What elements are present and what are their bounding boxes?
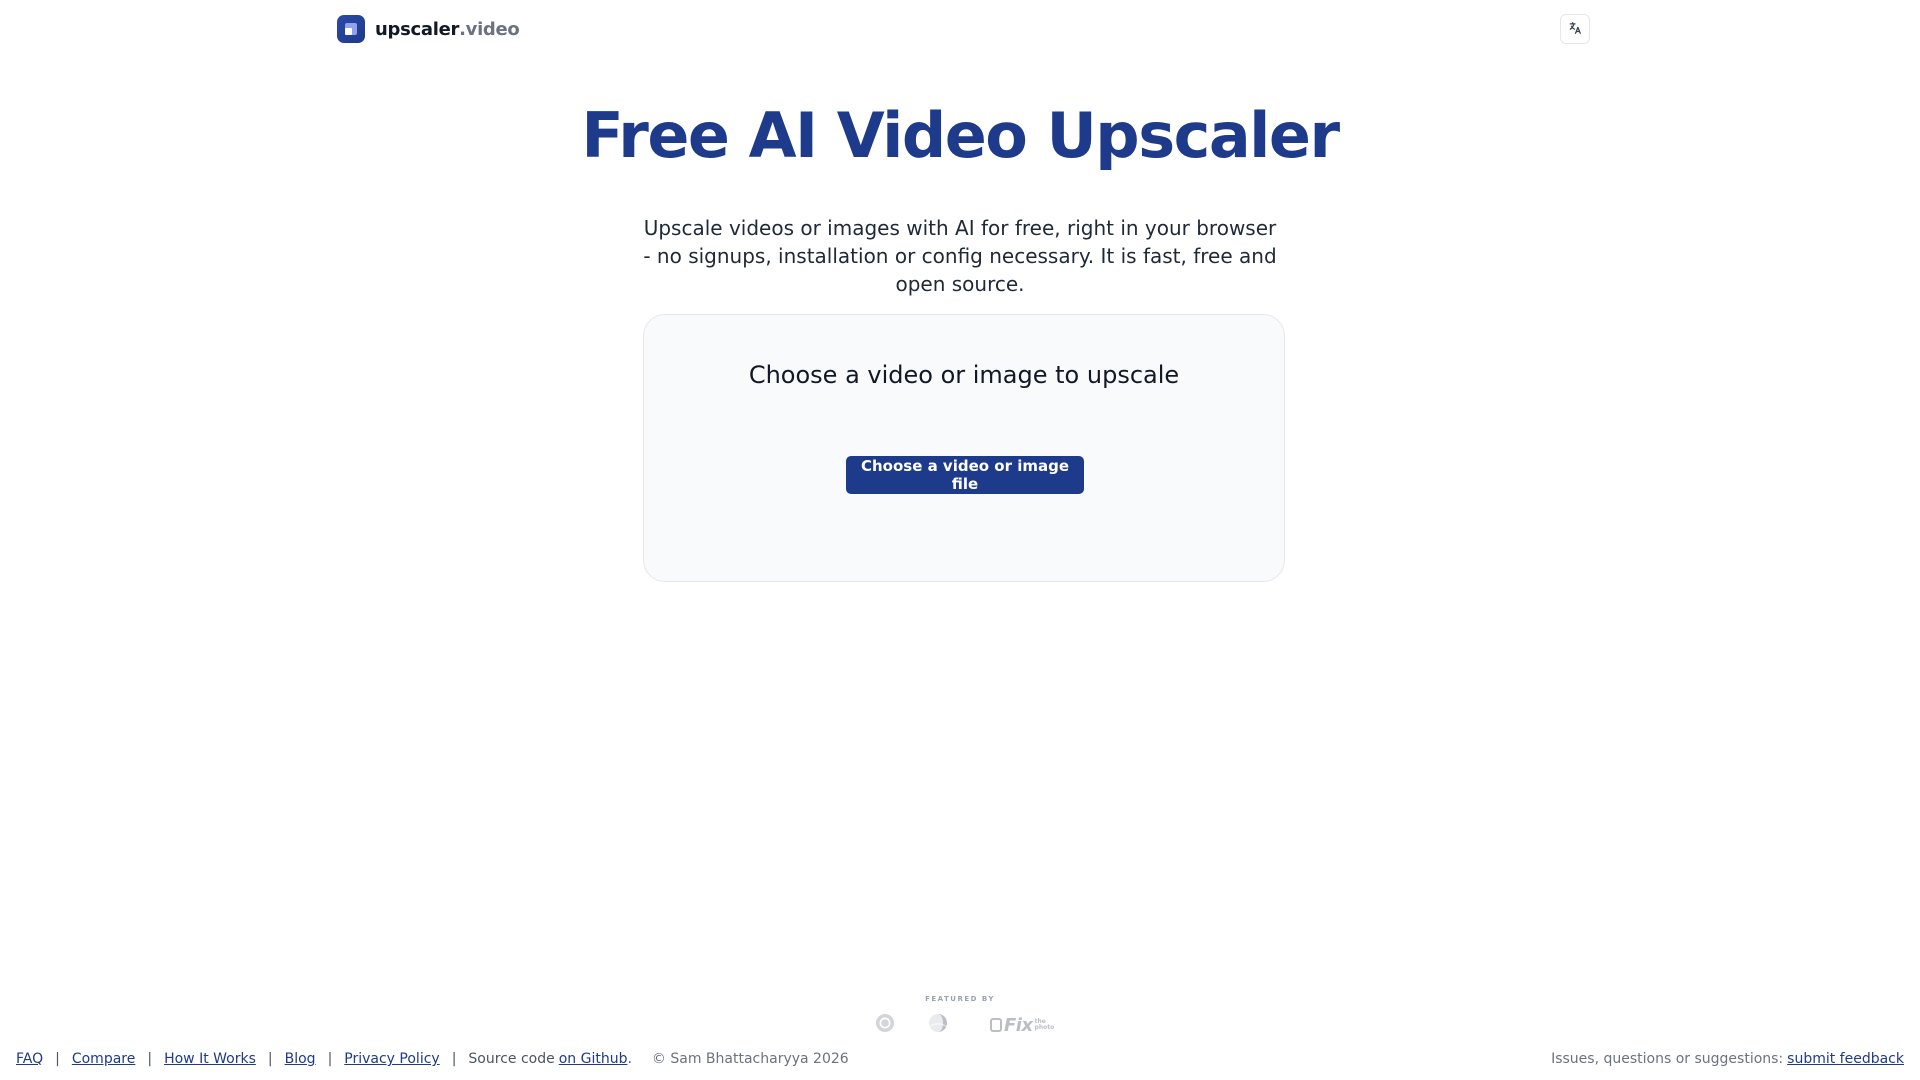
fix-logo-small-2: photo (1034, 1024, 1055, 1031)
fix-the-photo-logo[interactable]: Fix the photo (990, 1015, 1054, 1036)
logo-text: upscaler.video (375, 19, 520, 40)
footer-link-how-it-works[interactable]: How It Works (164, 1051, 256, 1067)
footer-link-blog[interactable]: Blog (285, 1051, 316, 1067)
fix-logo-word: Fix (1004, 1014, 1033, 1036)
footer-links: FAQ | Compare | How It Works | Blog | Pr… (16, 1049, 849, 1069)
submit-feedback-link[interactable]: submit feedback (1787, 1051, 1904, 1067)
chrome-icon[interactable] (875, 1013, 895, 1037)
footer-separator: | (327, 1051, 333, 1067)
choose-file-button[interactable]: Choose a video or image file (846, 456, 1084, 494)
feedback-prefix: Issues, questions or suggestions: (1551, 1051, 1784, 1067)
logo-icon (337, 15, 365, 43)
footer-separator: | (267, 1051, 273, 1067)
featured-logos: Fix the photo (870, 1012, 1055, 1038)
feedback-area: Issues, questions or suggestions: submit… (1551, 1049, 1904, 1069)
page-title: Free AI Video Upscaler (581, 99, 1340, 172)
translate-icon (1568, 21, 1582, 38)
copyright-text: © Sam Bhattacharyya 2026 (651, 1051, 849, 1067)
source-code-suffix: . (627, 1051, 632, 1067)
logo-main-text: upscaler (375, 18, 460, 40)
featured-label: FEATURED BY (925, 995, 995, 1003)
upload-card: Choose a video or image to upscale Choos… (643, 314, 1285, 582)
footer-separator: | (451, 1051, 457, 1067)
half-circle-icon[interactable] (928, 1013, 948, 1037)
upload-heading: Choose a video or image to upscale (748, 361, 1180, 389)
github-link[interactable]: on Github (559, 1051, 628, 1067)
language-button[interactable] (1560, 14, 1590, 44)
source-code-text: Source code (468, 1051, 555, 1067)
fix-logo-tagline: the photo (1035, 1019, 1055, 1031)
footer-link-privacy-policy[interactable]: Privacy Policy (344, 1051, 439, 1067)
footer-link-compare[interactable]: Compare (72, 1051, 136, 1067)
logo-tld-text: .video (459, 18, 520, 40)
page: upscaler.video Free AI Video Upscaler Up… (0, 0, 1920, 1080)
footer-separator: | (147, 1051, 153, 1067)
page-subtitle: Upscale videos or images with AI for fre… (643, 216, 1277, 296)
footer-separator: | (55, 1051, 60, 1067)
logo-link[interactable]: upscaler.video (337, 15, 520, 43)
header: upscaler.video (337, 14, 1590, 44)
footer-link-faq[interactable]: FAQ (16, 1051, 43, 1067)
